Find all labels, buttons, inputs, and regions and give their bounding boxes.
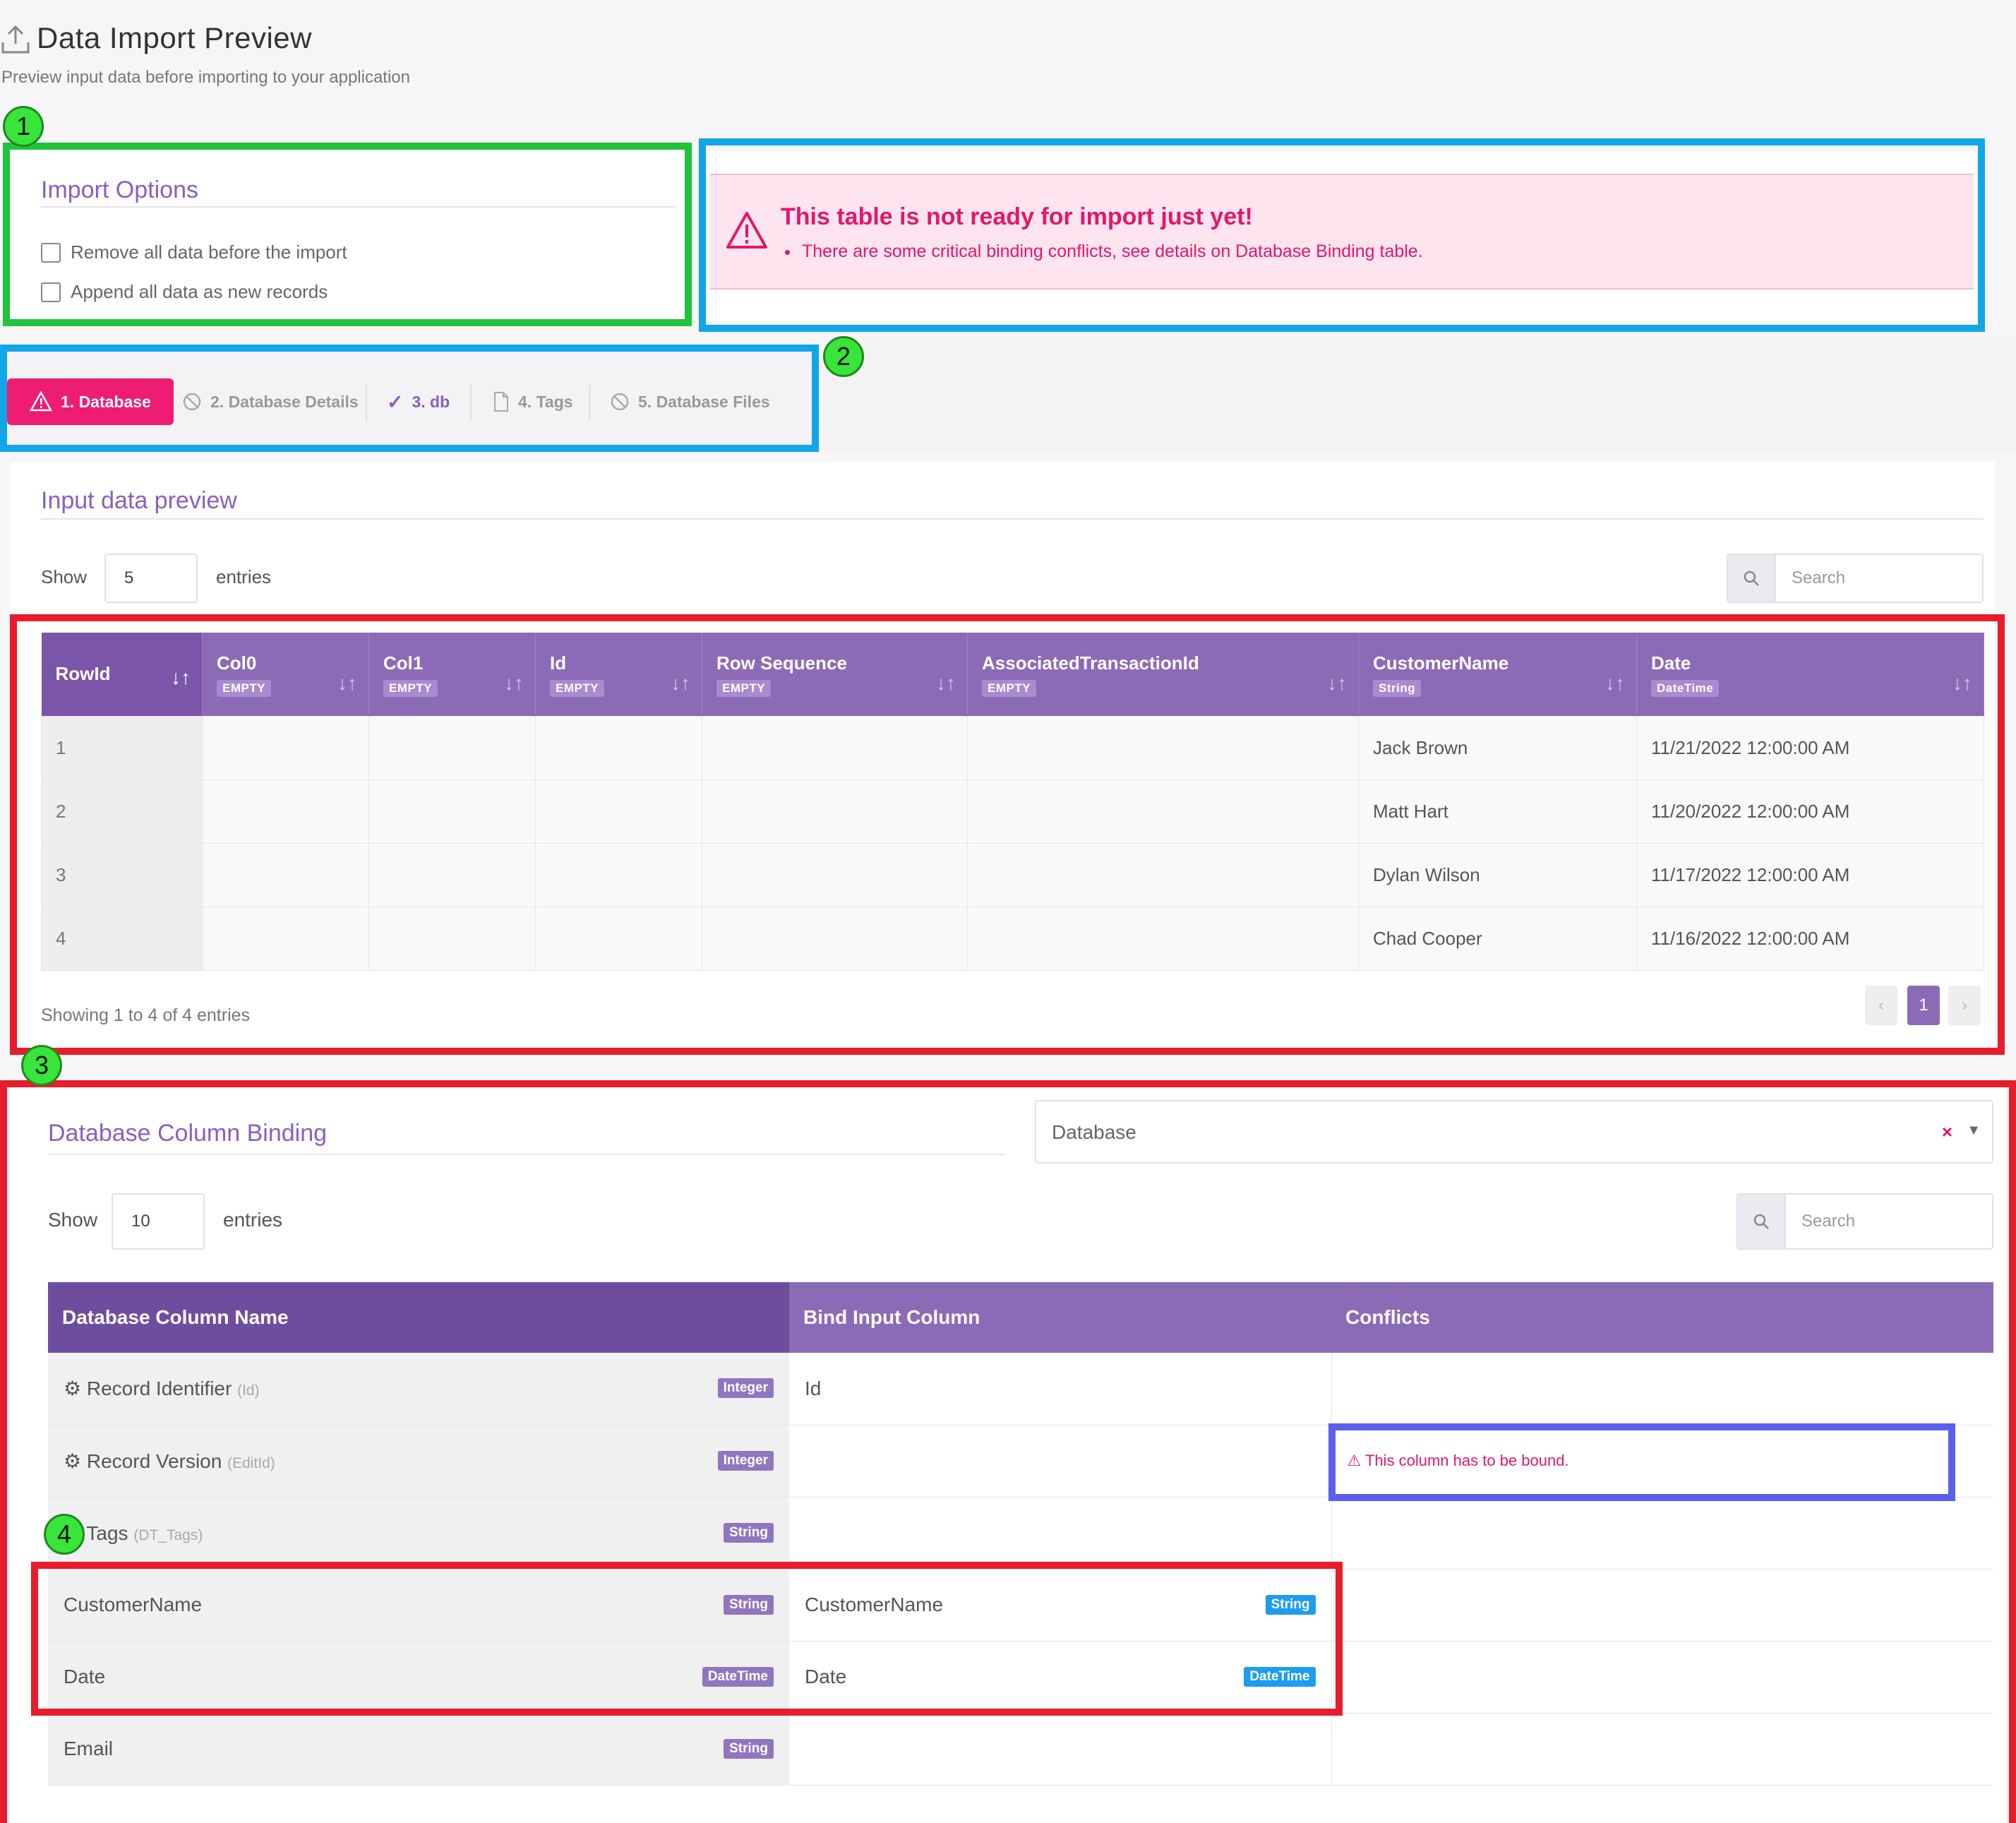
- annotation-box-conflict: [1328, 1423, 1955, 1501]
- preview-search[interactable]: Search: [1727, 554, 1984, 603]
- upload-icon: [1, 25, 30, 54]
- annotation-label-1: 1: [3, 106, 44, 147]
- search-input[interactable]: Search: [1776, 555, 1982, 602]
- input-preview-heading: Input data preview: [41, 487, 237, 514]
- annotation-label-4: 4: [44, 1514, 85, 1555]
- divider: [41, 518, 1984, 520]
- annotation-label-2: 2: [823, 336, 864, 377]
- annotation-box-bound-rows: [31, 1562, 1343, 1716]
- annotation-box-alert: [699, 138, 1985, 332]
- annotation-label-3: 3: [21, 1045, 62, 1086]
- annotation-box-preview-table: [10, 614, 2005, 1055]
- entries-input[interactable]: 5: [104, 554, 198, 603]
- show-label: Show: [41, 566, 88, 587]
- search-icon[interactable]: [1728, 555, 1776, 602]
- page-title: Data Import Preview: [37, 21, 312, 54]
- page-subtitle: Preview input data before importing to y…: [1, 68, 410, 87]
- annotation-box-import-options: [3, 143, 692, 326]
- entries-label: entries: [216, 566, 272, 587]
- annotation-box-tabs: [0, 345, 819, 452]
